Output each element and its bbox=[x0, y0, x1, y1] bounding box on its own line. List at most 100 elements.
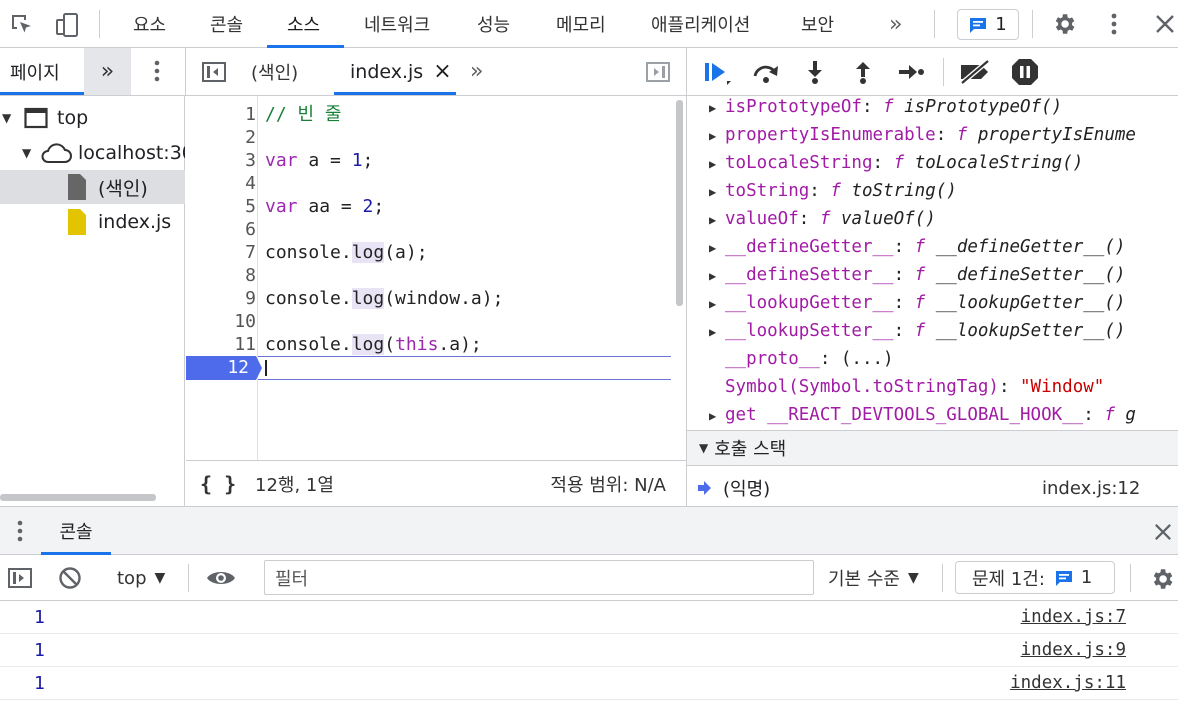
scope-property-row[interactable]: ▶ propertyIsEnumerable: f propertyIsEnume bbox=[687, 121, 1178, 149]
close-icon[interactable] bbox=[1152, 11, 1178, 37]
deactivate-breakpoints-icon[interactable] bbox=[957, 58, 993, 86]
line-number[interactable]: 8 bbox=[186, 264, 256, 287]
scope-property-row[interactable]: ▶ __defineGetter__: f __defineGetter__() bbox=[687, 233, 1178, 261]
navigator-menu-icon[interactable] bbox=[144, 58, 170, 84]
editor-statusbar: { } 12행, 1열 적용 범위: N/A bbox=[186, 460, 686, 506]
line-number[interactable]: 9 bbox=[186, 287, 256, 310]
tree-label: top bbox=[57, 107, 89, 129]
expand-down-icon: ▼ bbox=[22, 146, 32, 160]
toggle-debugger-icon[interactable] bbox=[644, 59, 672, 85]
tab-memory[interactable]: 메모리 bbox=[556, 0, 606, 48]
code-line-var-a: var a = 1; bbox=[265, 150, 374, 171]
scope-property-row[interactable]: Symbol(Symbol.toStringTag): "Window" bbox=[687, 373, 1178, 401]
line-number[interactable]: 5 bbox=[186, 195, 256, 218]
line-number[interactable]: 2 bbox=[186, 126, 256, 149]
frame-icon bbox=[24, 107, 48, 129]
tree-item-localhost[interactable]: ▼ localhost:30 bbox=[0, 136, 185, 170]
source-link[interactable]: index.js:7 bbox=[1021, 607, 1126, 627]
tree-item-index-html[interactable]: (색인) bbox=[0, 170, 185, 204]
expand-right-icon: ▶ bbox=[709, 241, 717, 255]
source-link[interactable]: index.js:11 bbox=[1010, 673, 1126, 693]
js-file-icon bbox=[68, 209, 86, 235]
tab-elements[interactable]: 요소 bbox=[133, 0, 166, 48]
editor-tab-indexjs[interactable]: index.js × bbox=[334, 48, 456, 95]
settings-gear-icon[interactable] bbox=[1050, 10, 1078, 38]
close-drawer-icon[interactable] bbox=[1152, 521, 1174, 543]
editor-tab-index[interactable]: (색인) bbox=[251, 48, 298, 95]
scope-property-row[interactable]: ▶ toString: f toString() bbox=[687, 177, 1178, 205]
more-options-icon[interactable] bbox=[1100, 10, 1128, 38]
pretty-print-button[interactable]: { } bbox=[200, 461, 236, 507]
code-line-comment: // 빈 줄 bbox=[265, 104, 342, 125]
scope-property-row[interactable]: ▶ __lookupSetter__: f __lookupSetter__() bbox=[687, 317, 1178, 345]
tab-application[interactable]: 애플리케이션 bbox=[651, 0, 750, 48]
drawer-menu-icon[interactable] bbox=[10, 519, 30, 543]
tab-network[interactable]: 네트워크 bbox=[364, 0, 430, 48]
pause-on-exceptions-icon[interactable] bbox=[1010, 58, 1040, 86]
tab-sources[interactable]: 소스 bbox=[287, 0, 320, 48]
scope-property-row[interactable]: ▶ __lookupGetter__: f __lookupGetter__() bbox=[687, 289, 1178, 317]
document-icon bbox=[68, 174, 86, 200]
dropdown-arrow-icon: ▼ bbox=[907, 570, 919, 586]
scope-property-row[interactable]: ▶ get __REACT_DEVTOOLS_GLOBAL_HOOK__: f g bbox=[687, 401, 1178, 429]
inspect-element-icon[interactable] bbox=[8, 11, 36, 39]
close-tab-icon[interactable]: × bbox=[433, 59, 451, 84]
source-link[interactable]: index.js:9 bbox=[1021, 640, 1126, 660]
navigator-more-button[interactable]: » bbox=[84, 48, 131, 95]
live-expression-eye-icon[interactable] bbox=[206, 567, 236, 589]
tab-security[interactable]: 보안 bbox=[801, 0, 834, 48]
horizontal-scrollbar[interactable] bbox=[0, 494, 156, 501]
step-icon[interactable] bbox=[896, 60, 926, 84]
device-toolbar-icon[interactable] bbox=[54, 11, 82, 39]
console-settings-gear-icon[interactable] bbox=[1148, 565, 1176, 593]
step-out-icon[interactable] bbox=[850, 58, 876, 86]
line-number[interactable]: 6 bbox=[186, 218, 256, 241]
drawer-tab-console[interactable]: 콘솔 bbox=[41, 507, 111, 555]
tab-label: 성능 bbox=[477, 15, 511, 36]
tab-page[interactable]: 페이지 bbox=[0, 48, 84, 95]
frame-location[interactable]: index.js:12 bbox=[1042, 478, 1140, 499]
vertical-scrollbar[interactable] bbox=[676, 100, 683, 306]
log-levels-dropdown[interactable]: 기본 수준 ▼ bbox=[828, 555, 919, 601]
chevron-double-right-icon: » bbox=[889, 11, 903, 37]
code-line-log-window: console.log(window.a); bbox=[265, 288, 504, 309]
step-into-icon[interactable] bbox=[802, 58, 828, 86]
filter-input[interactable]: 필터 bbox=[264, 560, 814, 595]
editor-more-tabs-button[interactable]: » bbox=[470, 48, 483, 95]
tab-performance[interactable]: 성능 bbox=[477, 0, 510, 48]
line-number[interactable]: 1 bbox=[186, 103, 256, 126]
scope-property-row[interactable]: ▶ toLocaleString: f toLocaleString() bbox=[687, 149, 1178, 177]
line-number[interactable]: 3 bbox=[186, 149, 256, 172]
console-sidebar-toggle-icon[interactable] bbox=[6, 565, 34, 591]
code-editor[interactable]: 1 2 3 4 5 6 7 8 9 10 11 12 // 빈 줄 var a … bbox=[186, 96, 686, 460]
resume-button[interactable] bbox=[702, 58, 736, 88]
tree-item-index-js[interactable]: index.js bbox=[0, 205, 185, 239]
console-message: 1 index.js:11 bbox=[0, 667, 1178, 700]
callstack-frame[interactable]: (익명) index.js:12 bbox=[687, 470, 1178, 506]
expand-right-icon: ▶ bbox=[709, 409, 717, 423]
scope-property-row[interactable]: __proto__: (...) bbox=[687, 345, 1178, 373]
scope-property-row[interactable]: ▶ isPrototypeOf: f isPrototypeOf() bbox=[687, 96, 1178, 121]
log-value: 1 bbox=[34, 639, 45, 661]
issues-counter-button[interactable]: 1 bbox=[957, 9, 1019, 40]
tree-item-top[interactable]: ▼ top bbox=[0, 101, 185, 135]
scope-property-row[interactable]: ▶ __defineSetter__: f __defineSetter__() bbox=[687, 261, 1178, 289]
scope-property-row[interactable]: ▶ valueOf: f valueOf() bbox=[687, 205, 1178, 233]
more-tabs-button[interactable]: » bbox=[889, 0, 902, 48]
step-over-icon[interactable] bbox=[750, 60, 782, 86]
cursor-position: 12행, 1열 bbox=[255, 475, 334, 496]
console-issues-button[interactable]: 문제 1건: 1 bbox=[955, 561, 1115, 594]
line-number[interactable]: 7 bbox=[186, 241, 256, 264]
callstack-header[interactable]: ▼ 호출 스택 bbox=[687, 430, 1178, 466]
execution-line-marker[interactable]: 12 bbox=[186, 356, 263, 380]
code-lines: // 빈 줄 var a = 1; var aa = 2; console.lo… bbox=[265, 103, 503, 356]
toggle-navigator-icon[interactable] bbox=[200, 59, 228, 85]
expand-down-icon: ▼ bbox=[699, 441, 709, 455]
clear-console-icon[interactable] bbox=[57, 565, 83, 591]
context-selector[interactable]: top ▼ bbox=[117, 555, 165, 601]
line-number[interactable]: 10 bbox=[186, 310, 256, 333]
log-value: 1 bbox=[34, 672, 45, 694]
line-number[interactable]: 11 bbox=[186, 333, 256, 356]
line-number[interactable]: 4 bbox=[186, 172, 256, 195]
tab-console[interactable]: 콘솔 bbox=[210, 0, 243, 48]
